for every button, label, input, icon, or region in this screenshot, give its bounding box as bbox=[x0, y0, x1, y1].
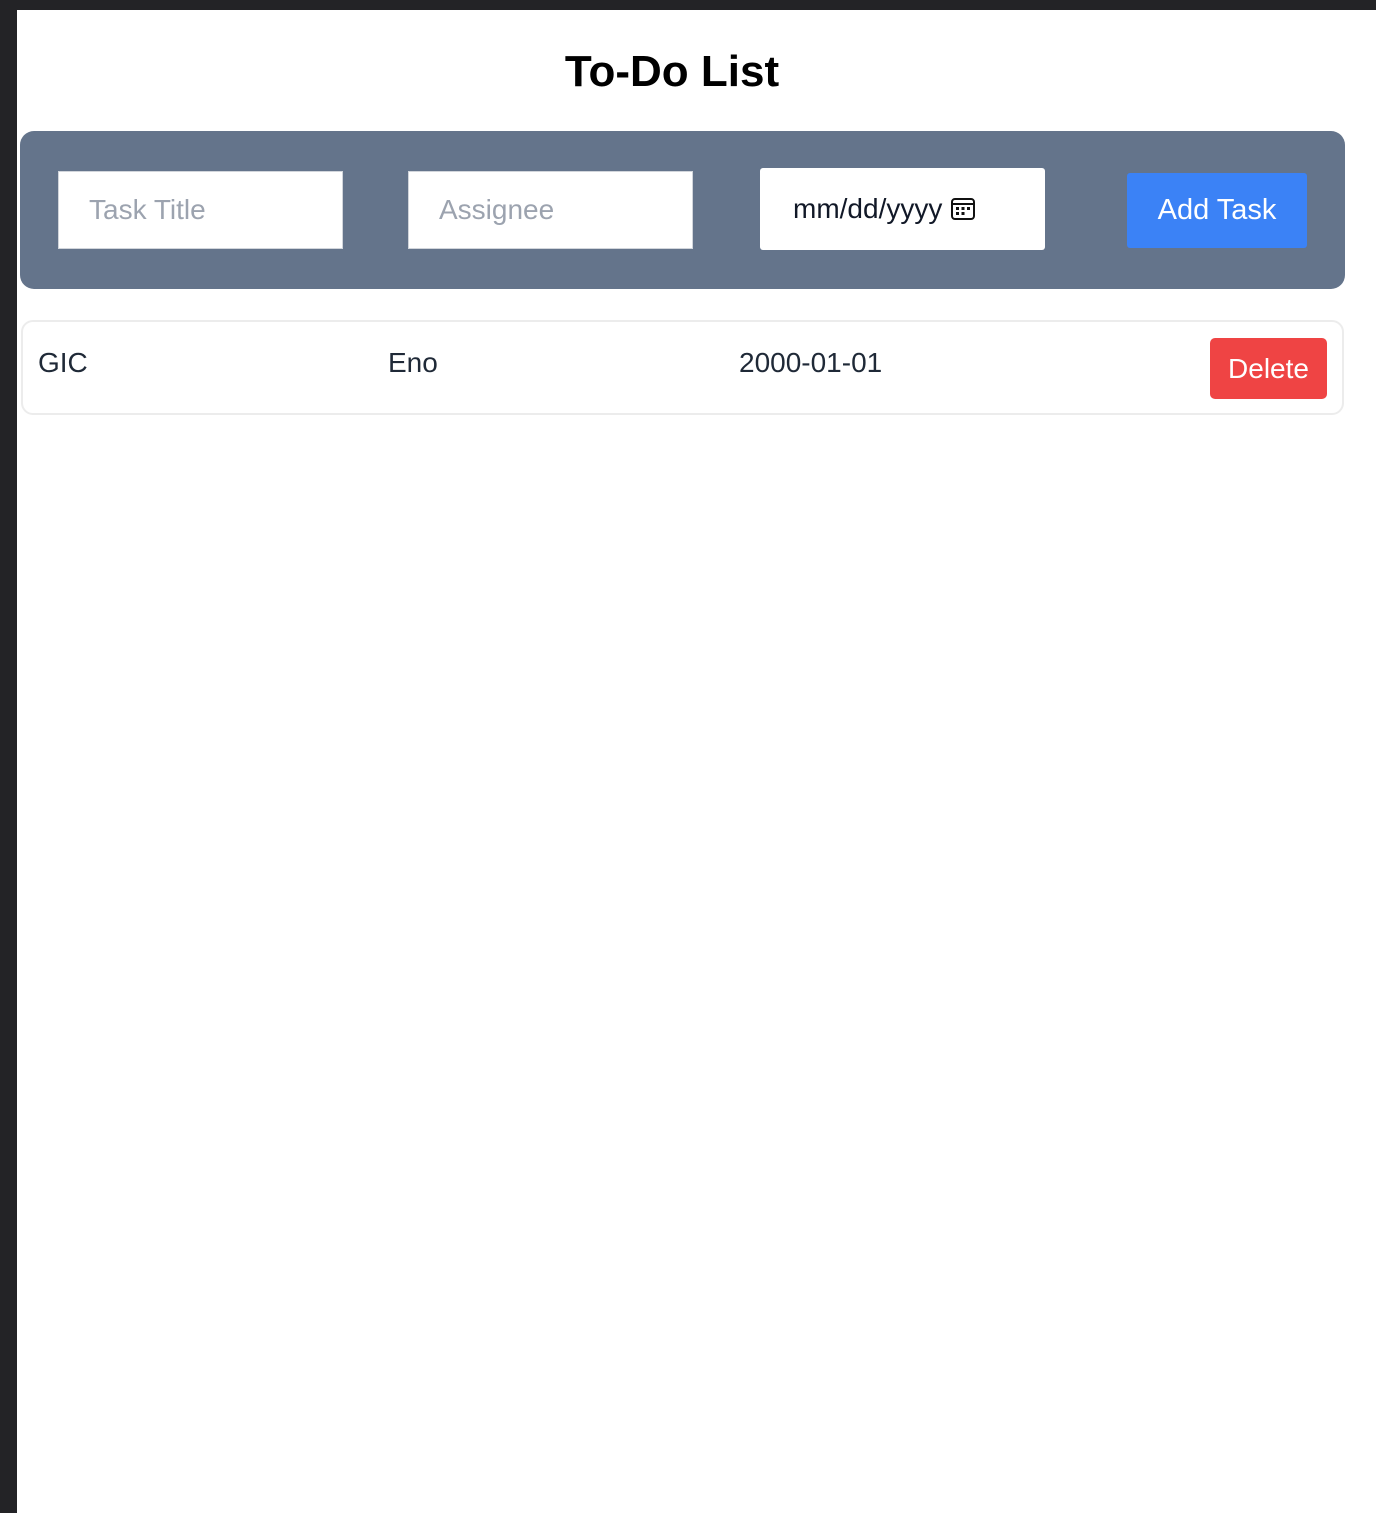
task-assignee: Eno bbox=[388, 347, 438, 378]
add-task-button[interactable]: Add Task bbox=[1127, 173, 1307, 248]
task-due-date: 2000-01-01 bbox=[739, 347, 883, 378]
task-form: mm/dd/yyyy Add Task bbox=[20, 131, 1345, 289]
task-list: GIC Eno 2000-01-01 Delete bbox=[21, 320, 1344, 427]
task-row: GIC Eno 2000-01-01 Delete bbox=[21, 320, 1344, 415]
page-title: To-Do List bbox=[564, 47, 780, 96]
date-placeholder: mm/dd/yyyy bbox=[793, 193, 943, 224]
app-viewport: To-Do List mm/dd/yyyy Add Task GIC bbox=[17, 10, 1376, 1513]
calendar-icon[interactable] bbox=[950, 196, 976, 222]
delete-task-button[interactable]: Delete bbox=[1210, 338, 1327, 399]
assignee-input[interactable] bbox=[408, 171, 693, 249]
task-title: GIC bbox=[38, 347, 88, 378]
task-title-input[interactable] bbox=[58, 171, 343, 249]
due-date-input[interactable]: mm/dd/yyyy bbox=[760, 168, 1045, 250]
